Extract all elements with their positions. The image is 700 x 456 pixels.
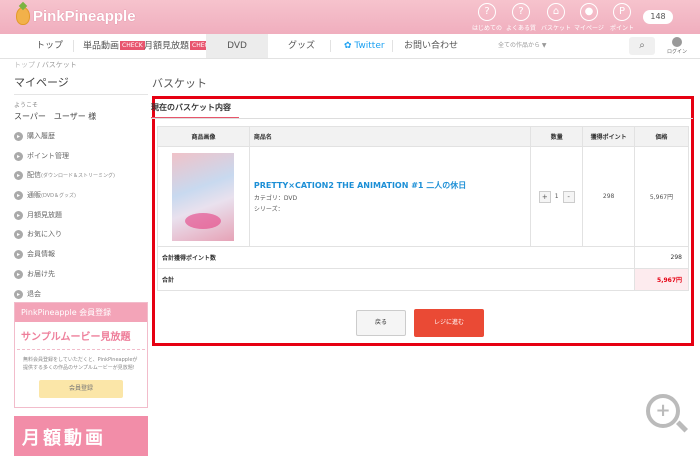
faq-icon: ? bbox=[512, 3, 530, 21]
breadcrumb: トップ / バスケット bbox=[14, 61, 77, 69]
cart-title-divider bbox=[151, 118, 693, 119]
faq-link[interactable]: ? よくある質問 bbox=[506, 3, 536, 32]
table-header-row: 商品画像 商品名 数量 獲得ポイント 価格 bbox=[157, 126, 689, 147]
cart-icon: ⌂ bbox=[547, 3, 565, 21]
sidebar-item-member-info[interactable]: 会員情報 bbox=[14, 248, 148, 268]
sidebar-menu: 購入履歴 ポイント管理 配信(ダウンロード＆ストリーミング) 通販(DVD＆グッ… bbox=[14, 130, 148, 307]
cell-product-name: PRETTY×CATION2 THE ANIMATION #1 二人の休日 カテ… bbox=[248, 146, 532, 247]
site-logo[interactable]: PinkPineapple bbox=[16, 7, 136, 25]
cell-price: 5,967円 bbox=[634, 146, 689, 247]
product-image[interactable] bbox=[172, 152, 235, 241]
column-header-qty: 数量 bbox=[530, 126, 584, 147]
breadcrumb-current: バスケット bbox=[41, 61, 77, 69]
search-icon[interactable]: ⌕ bbox=[629, 37, 655, 55]
help-icon: ? bbox=[478, 3, 496, 21]
sidebar-item-mail-order[interactable]: 通販(DVD＆グッズ) bbox=[14, 189, 148, 209]
registration-description: 無料会員登録をしていただくと、PinkPineappleが提供する多くの作品のサ… bbox=[23, 357, 138, 371]
grand-total-value: 5,967円 bbox=[634, 268, 689, 291]
mypage-link[interactable]: ● マイページ bbox=[574, 3, 604, 32]
zoom-icon[interactable]: + bbox=[646, 394, 680, 428]
pineapple-icon bbox=[16, 7, 30, 25]
back-button[interactable]: 戻る bbox=[356, 310, 406, 336]
quantity-stepper: + 1 - bbox=[531, 190, 582, 203]
sidebar: マイページ ようこそ スーパー ユーザー 様 購入履歴 ポイント管理 配信(ダウ… bbox=[14, 74, 148, 307]
cell-image bbox=[157, 146, 250, 247]
basket-link[interactable]: ⌂ バスケット bbox=[541, 3, 571, 32]
page-title: バスケット bbox=[152, 77, 207, 90]
beginners-link[interactable]: ? はじめての方へ bbox=[472, 3, 502, 32]
nav-dvd[interactable]: DVD bbox=[206, 34, 268, 58]
site-header: PinkPineapple ? はじめての方へ ? よくある質問 ⌂ バスケット… bbox=[0, 0, 700, 34]
member-registration-box: PinkPineapple 会員登録 サンプルムービー見放題 無料会員登録をして… bbox=[14, 302, 148, 408]
breadcrumb-top[interactable]: トップ bbox=[14, 61, 35, 69]
nav-goods[interactable]: グッズ bbox=[288, 34, 315, 58]
sidebar-item-favorites[interactable]: お気に入り bbox=[14, 228, 148, 248]
nav-monthly[interactable]: 月額見放題 CHECK bbox=[144, 34, 215, 58]
qty-decrease-button[interactable]: - bbox=[562, 190, 575, 203]
monthly-video-banner[interactable]: 月額動画 bbox=[14, 416, 148, 456]
points-total-row: 合計獲得ポイント数 298 bbox=[156, 246, 689, 269]
nav-single-videos[interactable]: 単品動画 CHECK bbox=[83, 34, 145, 58]
points-link[interactable]: P ポイント bbox=[607, 3, 637, 32]
sidebar-item-streaming[interactable]: 配信(ダウンロード＆ストリーミング) bbox=[14, 169, 148, 189]
cart-table: 商品画像 商品名 数量 獲得ポイント 価格 PRETTY×CATION2 THE… bbox=[156, 126, 689, 291]
sidebar-title: マイページ bbox=[14, 74, 148, 95]
register-button[interactable]: 会員登録 bbox=[39, 380, 123, 398]
points-total-value: 298 bbox=[634, 246, 689, 269]
sidebar-item-points[interactable]: ポイント管理 bbox=[14, 150, 148, 170]
points-icon: P bbox=[613, 3, 631, 21]
registration-headline: サンプルムービー見放題 bbox=[17, 322, 145, 350]
welcome-text: ようこそ bbox=[14, 102, 39, 109]
column-header-image: 商品画像 bbox=[157, 126, 250, 147]
sidebar-item-delivery[interactable]: お届け先 bbox=[14, 268, 148, 288]
nav-top[interactable]: トップ bbox=[36, 34, 63, 58]
username: スーパー ユーザー 様 bbox=[14, 112, 97, 121]
nav-twitter[interactable]: ✿ Twitter bbox=[344, 34, 385, 58]
cart-title: 現在のバスケット内容 bbox=[151, 100, 239, 119]
grand-total-row: 合計 5,967円 bbox=[156, 268, 689, 291]
registration-header: PinkPineapple 会員登録 bbox=[15, 303, 147, 322]
column-header-name: 商品名 bbox=[248, 126, 532, 147]
mypage-icon: ● bbox=[580, 3, 598, 21]
qty-value: 1 bbox=[554, 193, 559, 200]
nav-contact[interactable]: お問い合わせ bbox=[404, 34, 458, 58]
search-input[interactable]: 全ての作品から ▼ bbox=[498, 39, 624, 53]
column-header-price: 価格 bbox=[634, 126, 689, 147]
checkout-button[interactable]: レジに進む bbox=[414, 309, 484, 337]
table-row: PRETTY×CATION2 THE ANIMATION #1 二人の休日 カテ… bbox=[157, 146, 689, 247]
nav-divider bbox=[392, 40, 393, 52]
grand-total-label: 合計 bbox=[156, 268, 636, 291]
nav-divider bbox=[73, 40, 74, 52]
points-balance: 148 bbox=[643, 10, 673, 24]
product-series: シリーズ： bbox=[253, 206, 284, 213]
user-icon bbox=[672, 37, 682, 47]
nav-divider bbox=[330, 40, 331, 52]
sidebar-item-purchase-history[interactable]: 購入履歴 bbox=[14, 130, 148, 150]
qty-increase-button[interactable]: + bbox=[538, 190, 551, 203]
product-category: カテゴリ：DVD bbox=[253, 195, 298, 202]
points-total-label: 合計獲得ポイント数 bbox=[156, 246, 636, 269]
check-badge: CHECK bbox=[120, 41, 145, 50]
product-name-link[interactable]: PRETTY×CATION2 THE ANIMATION #1 二人の休日 bbox=[254, 181, 466, 190]
column-header-points: 獲得ポイント bbox=[582, 126, 636, 147]
sidebar-item-monthly[interactable]: 月額見放題 bbox=[14, 209, 148, 229]
main-nav: トップ 単品動画 CHECK 月額見放題 CHECK DVD グッズ ✿ Twitt… bbox=[0, 34, 700, 59]
login-button[interactable]: ログイン bbox=[664, 37, 690, 55]
cell-points: 298 bbox=[582, 146, 636, 247]
cell-qty: + 1 - bbox=[530, 146, 584, 247]
